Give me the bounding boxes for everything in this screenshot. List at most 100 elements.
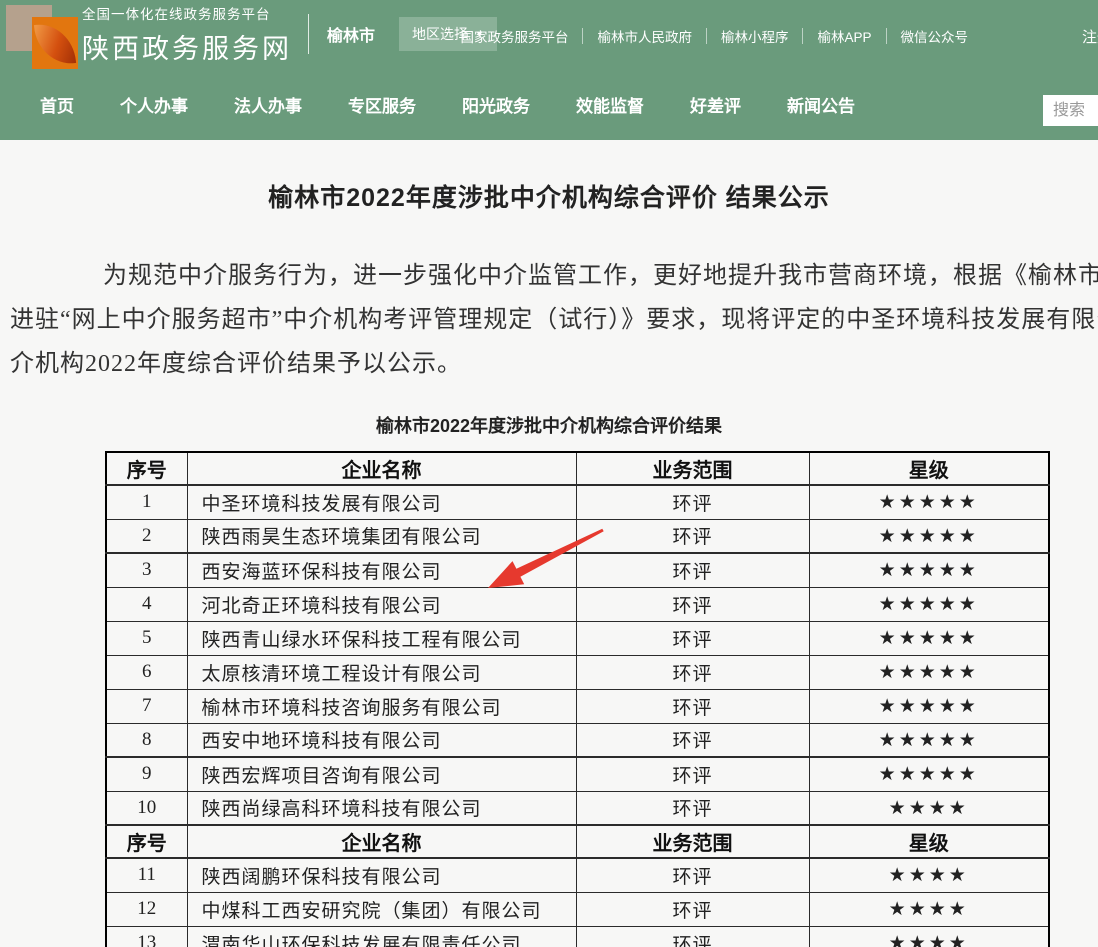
paragraph-line: 为规范中介服务行为，进一步强化中介监管工作，更好地提升我市营商环境，根据《榆林市… (10, 254, 1098, 298)
cell-star-rating: ★★★★ (809, 892, 1049, 926)
cell-company-name: 河北奇正环境科技有限公司 (187, 587, 576, 621)
link-wechat[interactable]: 微信公众号 (901, 26, 969, 46)
cell-scope: 环评 (576, 723, 809, 757)
link-separator (802, 28, 803, 44)
cell-scope: 环评 (576, 791, 809, 825)
nav-item-zone-services[interactable]: 专区服务 (338, 92, 426, 117)
cell-star-rating: ★★★★★ (809, 553, 1049, 587)
cell-scope: 环评 (576, 519, 809, 553)
cell-company-name: 陕西宏辉项目咨询有限公司 (187, 757, 576, 791)
column-header-stars: 星级 (809, 825, 1049, 858)
search-input[interactable] (1043, 95, 1098, 126)
cell-company-name: 中煤科工西安研究院（集团）有限公司 (187, 892, 576, 926)
cell-no: 6 (106, 655, 187, 689)
cell-scope: 环评 (576, 926, 809, 947)
cell-star-rating: ★★★★★ (809, 723, 1049, 757)
table-row-highlighted-by-arrow: 4 河北奇正环境科技有限公司 环评 ★★★★★ (106, 587, 1049, 621)
table-row: 11 陕西阔鹏环保科技有限公司 环评 ★★★★ (106, 858, 1049, 892)
table-row: 12 中煤科工西安研究院（集团）有限公司 环评 ★★★★ (106, 892, 1049, 926)
cell-scope: 环评 (576, 621, 809, 655)
announcement-document: 榆林市2022年度涉批中介机构综合评价 结果公示 为规范中介服务行为，进一步强化… (0, 140, 1098, 947)
link-city-government[interactable]: 榆林市人民政府 (597, 26, 692, 46)
paragraph-line: 进驻“网上中介服务超市”中介机构考评管理规定（试行）》要求，现将评定的中圣环境科… (10, 298, 1098, 342)
evaluation-results-table: 序号 企业名称 业务范围 星级 1 中圣环境科技发展有限公司 环评 ★★★★★ … (105, 451, 1050, 947)
brand-platform-label: 全国一体化在线政务服务平台 (82, 3, 292, 23)
link-mini-program[interactable]: 榆林小程序 (721, 26, 789, 46)
column-header-no: 序号 (106, 825, 187, 858)
table-row: 8 西安中地环境科技有限公司 环评 ★★★★★ (106, 723, 1049, 757)
table-caption: 榆林市2022年度涉批中介机构综合评价结果 (0, 412, 1098, 438)
page-title: 榆林市2022年度涉批中介机构综合评价 结果公示 (0, 140, 1098, 214)
column-header-scope: 业务范围 (576, 825, 809, 858)
cell-company-name: 西安中地环境科技有限公司 (187, 723, 576, 757)
cell-company-name: 榆林市环境科技咨询服务有限公司 (187, 689, 576, 723)
register-link[interactable]: 注册 (1082, 26, 1098, 47)
brand-block: 全国一体化在线政务服务平台 陕西政务服务网 (82, 3, 292, 66)
table-row: 7 榆林市环境科技咨询服务有限公司 环评 ★★★★★ (106, 689, 1049, 723)
cell-star-rating: ★★★★ (809, 791, 1049, 825)
link-separator (582, 28, 583, 44)
table-row: 9 陕西宏辉项目咨询有限公司 环评 ★★★★★ (106, 757, 1049, 791)
cell-company-name: 陕西青山绿水环保科技工程有限公司 (187, 621, 576, 655)
column-header-no: 序号 (106, 452, 187, 485)
cell-no: 13 (106, 926, 187, 947)
cell-company-name: 陕西尚绿高科环境科技有限公司 (187, 791, 576, 825)
table-row: 3 西安海蓝环保科技有限公司 环评 ★★★★★ (106, 553, 1049, 587)
nav-item-open-government[interactable]: 阳光政务 (452, 92, 540, 117)
announcement-paragraph: 为规范中介服务行为，进一步强化中介监管工作，更好地提升我市营商环境，根据《榆林市… (10, 254, 1098, 386)
cell-star-rating: ★★★★★ (809, 587, 1049, 621)
cell-scope: 环评 (576, 689, 809, 723)
cell-no: 4 (106, 587, 187, 621)
column-header-name: 企业名称 (187, 452, 576, 485)
site-header: 全国一体化在线政务服务平台 陕西政务服务网 榆林市 地区选择 ▼ 国家政务服务平… (0, 0, 1098, 140)
link-national-platform[interactable]: 国家政务服务平台 (460, 26, 568, 46)
cell-company-name: 太原核清环境工程设计有限公司 (187, 655, 576, 689)
table-row: 10 陕西尚绿高科环境科技有限公司 环评 ★★★★ (106, 791, 1049, 825)
site-logo (6, 1, 76, 71)
cell-scope: 环评 (576, 892, 809, 926)
cell-scope: 环评 (576, 553, 809, 587)
cell-scope: 环评 (576, 757, 809, 791)
table-row: 6 太原核清环境工程设计有限公司 环评 ★★★★★ (106, 655, 1049, 689)
cell-star-rating: ★★★★★ (809, 621, 1049, 655)
cell-company-name: 西安海蓝环保科技有限公司 (187, 553, 576, 587)
cell-company-name: 中圣环境科技发展有限公司 (187, 485, 576, 519)
cell-company-name: 渭南华山环保科技发展有限责任公司 (187, 926, 576, 947)
nav-item-news[interactable]: 新闻公告 (777, 92, 865, 117)
cell-no: 9 (106, 757, 187, 791)
cell-no: 12 (106, 892, 187, 926)
cell-no: 8 (106, 723, 187, 757)
link-separator (886, 28, 887, 44)
nav-item-efficiency[interactable]: 效能监督 (566, 92, 654, 117)
link-app[interactable]: 榆林APP (817, 26, 871, 46)
cell-company-name: 陕西阔鹏环保科技有限公司 (187, 858, 576, 892)
cell-scope: 环评 (576, 587, 809, 621)
link-separator (706, 28, 707, 44)
cell-no: 2 (106, 519, 187, 553)
nav-item-home[interactable]: 首页 (30, 92, 84, 117)
column-header-stars: 星级 (809, 452, 1049, 485)
nav-item-rating[interactable]: 好差评 (680, 92, 751, 117)
paragraph-line: 介机构2022年度综合评价结果予以公示。 (10, 342, 1098, 386)
current-city-label: 榆林市 (327, 22, 375, 46)
cell-star-rating: ★★★★★ (809, 519, 1049, 553)
cell-company-name: 陕西雨昊生态环境集团有限公司 (187, 519, 576, 553)
table-header-row: 序号 企业名称 业务范围 星级 (106, 452, 1049, 485)
cell-scope: 环评 (576, 655, 809, 689)
table-row: 5 陕西青山绿水环保科技工程有限公司 环评 ★★★★★ (106, 621, 1049, 655)
table-row: 13 渭南华山环保科技发展有限责任公司 环评 ★★★★ (106, 926, 1049, 947)
cell-no: 3 (106, 553, 187, 587)
table-row: 1 中圣环境科技发展有限公司 环评 ★★★★★ (106, 485, 1049, 519)
nav-item-personal[interactable]: 个人办事 (110, 92, 198, 117)
cell-star-rating: ★★★★★ (809, 485, 1049, 519)
column-header-name: 企业名称 (187, 825, 576, 858)
cell-star-rating: ★★★★★ (809, 757, 1049, 791)
table-row: 2 陕西雨昊生态环境集团有限公司 环评 ★★★★★ (106, 519, 1049, 553)
nav-item-legal-person[interactable]: 法人办事 (224, 92, 312, 117)
brand-site-name: 陕西政务服务网 (82, 27, 292, 66)
main-navigation: 首页 个人办事 法人办事 专区服务 阳光政务 效能监督 好差评 新闻公告 (0, 68, 1098, 140)
cell-scope: 环评 (576, 858, 809, 892)
search-box (1043, 95, 1098, 126)
cell-star-rating: ★★★★ (809, 858, 1049, 892)
cell-no: 7 (106, 689, 187, 723)
